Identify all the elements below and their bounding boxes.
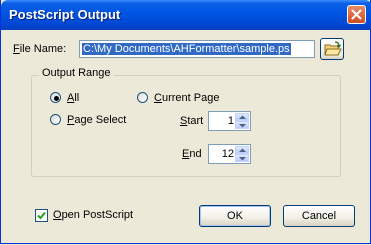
file-name-value: C:\My Documents\AHFormatter\sample.ps [82,43,291,55]
title-bar[interactable]: PostScript Output [1,0,371,30]
end-value: 12 [221,148,234,160]
end-label: End [182,148,202,160]
radio-selected-dot [54,96,59,101]
start-down-arrow[interactable] [235,121,249,129]
ok-button[interactable]: OK [199,205,271,227]
start-spinner[interactable]: 1 [208,111,251,131]
all-radio[interactable] [50,92,61,103]
arrow-up-icon [239,148,246,152]
end-spinner[interactable]: 12 [208,144,251,164]
current-page-radio[interactable] [137,92,148,103]
current-page-label[interactable]: Current Page [154,92,219,104]
browse-button[interactable] [320,38,344,60]
start-label: Start [180,115,204,127]
end-down-arrow[interactable] [235,154,249,162]
output-range-title: Output Range [39,67,114,79]
page-select-radio[interactable] [50,114,61,125]
start-up-arrow[interactable] [235,113,249,121]
end-up-arrow[interactable] [235,146,249,154]
start-value: 1 [227,115,234,127]
page-select-label[interactable]: Page Select [67,114,126,126]
arrow-down-icon [239,124,246,128]
arrow-down-icon [239,157,246,161]
open-postscript-label[interactable]: Open PostScript [53,209,133,221]
window-title: PostScript Output [9,7,121,22]
open-postscript-checkbox[interactable] [35,209,48,222]
file-name-field[interactable]: C:\My Documents\AHFormatter\sample.ps [79,40,315,58]
all-label[interactable]: All [67,92,79,104]
close-button[interactable] [347,5,366,24]
file-name-label: File Name: [13,43,67,55]
arrow-up-icon [239,115,246,119]
postscript-output-dialog: PostScript Output File Name: C:\My Docum… [0,0,371,244]
cancel-button[interactable]: Cancel [283,205,355,227]
